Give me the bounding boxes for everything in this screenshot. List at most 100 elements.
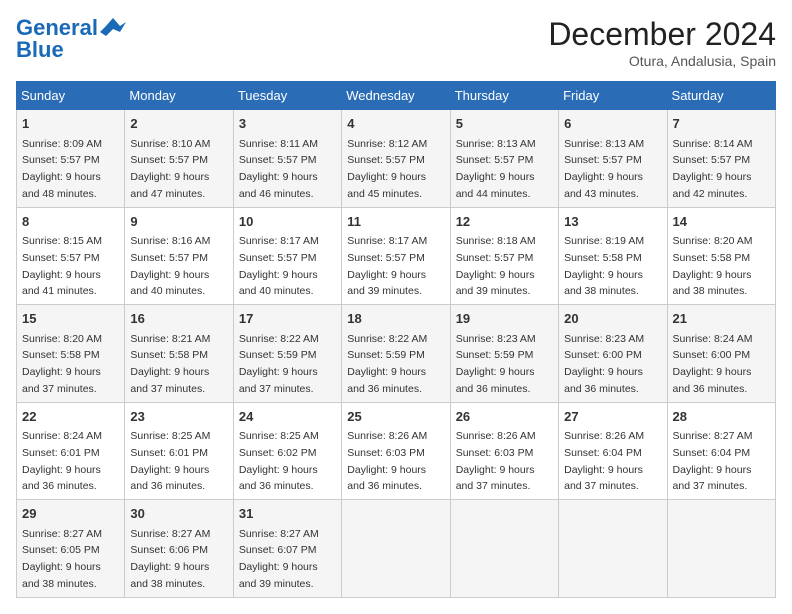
logo: General Blue: [16, 16, 126, 62]
day-number: 25: [347, 407, 444, 427]
month-title: December 2024: [548, 16, 776, 53]
day-info: Sunrise: 8:20 AMSunset: 5:58 PMDaylight:…: [22, 333, 102, 395]
calendar-cell: 11Sunrise: 8:17 AMSunset: 5:57 PMDayligh…: [342, 207, 450, 305]
calendar-cell: 18Sunrise: 8:22 AMSunset: 5:59 PMDayligh…: [342, 305, 450, 403]
calendar-header-row: SundayMondayTuesdayWednesdayThursdayFrid…: [17, 82, 776, 110]
day-number: 1: [22, 114, 119, 134]
calendar-cell: 19Sunrise: 8:23 AMSunset: 5:59 PMDayligh…: [450, 305, 558, 403]
day-info: Sunrise: 8:27 AMSunset: 6:07 PMDaylight:…: [239, 528, 319, 590]
calendar-cell: 20Sunrise: 8:23 AMSunset: 6:00 PMDayligh…: [559, 305, 667, 403]
day-number: 24: [239, 407, 336, 427]
calendar-cell: 24 Sunrise: 8:25 AMSunset: 6:02 PMDayligh…: [233, 402, 341, 500]
page-header: General Blue December 2024 Otura, Andalu…: [16, 16, 776, 69]
calendar-cell: 17 Sunrise: 8:22 AMSunset: 5:59 PMDayligh…: [233, 305, 341, 403]
calendar-cell: 4Sunrise: 8:12 AMSunset: 5:57 PMDaylight…: [342, 110, 450, 208]
day-info: Sunrise: 8:21 AMSunset: 5:58 PMDaylight:…: [130, 333, 210, 395]
day-info: Sunrise: 8:25 AMSunset: 6:02 PMDaylight:…: [239, 430, 319, 492]
header-day-thursday: Thursday: [450, 82, 558, 110]
calendar-cell: 8Sunrise: 8:15 AMSunset: 5:57 PMDaylight…: [17, 207, 125, 305]
calendar-cell: 21 Sunrise: 8:24 AMSunset: 6:00 PMDayligh…: [667, 305, 775, 403]
day-info: Sunrise: 8:27 AMSunset: 6:06 PMDaylight:…: [130, 528, 210, 590]
day-info: Sunrise: 8:26 AMSunset: 6:04 PMDaylight:…: [564, 430, 644, 492]
day-info: Sunrise: 8:15 AMSunset: 5:57 PMDaylight:…: [22, 235, 102, 297]
day-number: 15: [22, 309, 119, 329]
day-number: 30: [130, 504, 227, 524]
day-number: 17: [239, 309, 336, 329]
day-info: Sunrise: 8:09 AMSunset: 5:57 PMDaylight:…: [22, 138, 102, 200]
header-day-monday: Monday: [125, 82, 233, 110]
day-info: Sunrise: 8:18 AMSunset: 5:57 PMDaylight:…: [456, 235, 536, 297]
day-info: Sunrise: 8:22 AMSunset: 5:59 PMDaylight:…: [347, 333, 427, 395]
calendar-table: SundayMondayTuesdayWednesdayThursdayFrid…: [16, 81, 776, 598]
day-info: Sunrise: 8:27 AMSunset: 6:04 PMDaylight:…: [673, 430, 753, 492]
calendar-cell: 26 Sunrise: 8:26 AMSunset: 6:03 PMDayligh…: [450, 402, 558, 500]
header-day-friday: Friday: [559, 82, 667, 110]
day-info: Sunrise: 8:20 AMSunset: 5:58 PMDaylight:…: [673, 235, 753, 297]
header-day-tuesday: Tuesday: [233, 82, 341, 110]
calendar-week-row: 15 Sunrise: 8:20 AMSunset: 5:58 PMDayligh…: [17, 305, 776, 403]
day-info: Sunrise: 8:13 AMSunset: 5:57 PMDaylight:…: [456, 138, 536, 200]
day-number: 2: [130, 114, 227, 134]
calendar-cell: 28Sunrise: 8:27 AMSunset: 6:04 PMDayligh…: [667, 402, 775, 500]
calendar-cell: 25 Sunrise: 8:26 AMSunset: 6:03 PMDayligh…: [342, 402, 450, 500]
location-text: Otura, Andalusia, Spain: [548, 53, 776, 69]
day-info: Sunrise: 8:23 AMSunset: 6:00 PMDaylight:…: [564, 333, 644, 395]
day-info: Sunrise: 8:19 AMSunset: 5:58 PMDaylight:…: [564, 235, 644, 297]
day-number: 26: [456, 407, 553, 427]
day-number: 22: [22, 407, 119, 427]
day-info: Sunrise: 8:10 AMSunset: 5:57 PMDaylight:…: [130, 138, 210, 200]
day-info: Sunrise: 8:17 AMSunset: 5:57 PMDaylight:…: [347, 235, 427, 297]
day-info: Sunrise: 8:26 AMSunset: 6:03 PMDaylight:…: [347, 430, 427, 492]
header-day-saturday: Saturday: [667, 82, 775, 110]
day-number: 12: [456, 212, 553, 232]
day-number: 21: [673, 309, 770, 329]
calendar-cell: [342, 500, 450, 598]
day-info: Sunrise: 8:23 AMSunset: 5:59 PMDaylight:…: [456, 333, 536, 395]
day-number: 7: [673, 114, 770, 134]
title-block: December 2024 Otura, Andalusia, Spain: [548, 16, 776, 69]
calendar-cell: 23 Sunrise: 8:25 AMSunset: 6:01 PMDayligh…: [125, 402, 233, 500]
calendar-cell: 1 Sunrise: 8:09 AMSunset: 5:57 PMDaylight…: [17, 110, 125, 208]
calendar-cell: [667, 500, 775, 598]
calendar-cell: 15 Sunrise: 8:20 AMSunset: 5:58 PMDayligh…: [17, 305, 125, 403]
calendar-cell: 12 Sunrise: 8:18 AMSunset: 5:57 PMDayligh…: [450, 207, 558, 305]
calendar-cell: [559, 500, 667, 598]
day-number: 16: [130, 309, 227, 329]
calendar-cell: 9Sunrise: 8:16 AMSunset: 5:57 PMDaylight…: [125, 207, 233, 305]
calendar-cell: 22Sunrise: 8:24 AMSunset: 6:01 PMDayligh…: [17, 402, 125, 500]
calendar-cell: 29Sunrise: 8:27 AMSunset: 6:05 PMDayligh…: [17, 500, 125, 598]
calendar-cell: 16 Sunrise: 8:21 AMSunset: 5:58 PMDayligh…: [125, 305, 233, 403]
logo-bird-icon: [100, 16, 126, 42]
day-number: 9: [130, 212, 227, 232]
calendar-cell: 5 Sunrise: 8:13 AMSunset: 5:57 PMDaylight…: [450, 110, 558, 208]
calendar-cell: 14 Sunrise: 8:20 AMSunset: 5:58 PMDayligh…: [667, 207, 775, 305]
calendar-week-row: 22Sunrise: 8:24 AMSunset: 6:01 PMDayligh…: [17, 402, 776, 500]
calendar-cell: 2 Sunrise: 8:10 AMSunset: 5:57 PMDaylight…: [125, 110, 233, 208]
day-info: Sunrise: 8:27 AMSunset: 6:05 PMDaylight:…: [22, 528, 102, 590]
calendar-week-row: 1 Sunrise: 8:09 AMSunset: 5:57 PMDaylight…: [17, 110, 776, 208]
day-number: 27: [564, 407, 661, 427]
day-info: Sunrise: 8:26 AMSunset: 6:03 PMDaylight:…: [456, 430, 536, 492]
header-day-sunday: Sunday: [17, 82, 125, 110]
calendar-cell: 27 Sunrise: 8:26 AMSunset: 6:04 PMDayligh…: [559, 402, 667, 500]
day-number: 6: [564, 114, 661, 134]
day-info: Sunrise: 8:24 AMSunset: 6:00 PMDaylight:…: [673, 333, 753, 395]
calendar-cell: 7 Sunrise: 8:14 AMSunset: 5:57 PMDaylight…: [667, 110, 775, 208]
calendar-cell: 6 Sunrise: 8:13 AMSunset: 5:57 PMDaylight…: [559, 110, 667, 208]
day-number: 13: [564, 212, 661, 232]
day-info: Sunrise: 8:22 AMSunset: 5:59 PMDaylight:…: [239, 333, 319, 395]
day-info: Sunrise: 8:14 AMSunset: 5:57 PMDaylight:…: [673, 138, 753, 200]
day-number: 23: [130, 407, 227, 427]
day-info: Sunrise: 8:11 AMSunset: 5:57 PMDaylight:…: [239, 138, 318, 200]
day-number: 31: [239, 504, 336, 524]
day-info: Sunrise: 8:13 AMSunset: 5:57 PMDaylight:…: [564, 138, 644, 200]
calendar-cell: 13 Sunrise: 8:19 AMSunset: 5:58 PMDayligh…: [559, 207, 667, 305]
day-info: Sunrise: 8:25 AMSunset: 6:01 PMDaylight:…: [130, 430, 210, 492]
calendar-cell: [450, 500, 558, 598]
header-day-wednesday: Wednesday: [342, 82, 450, 110]
day-info: Sunrise: 8:12 AMSunset: 5:57 PMDaylight:…: [347, 138, 427, 200]
calendar-week-row: 8Sunrise: 8:15 AMSunset: 5:57 PMDaylight…: [17, 207, 776, 305]
day-number: 14: [673, 212, 770, 232]
day-number: 10: [239, 212, 336, 232]
day-number: 5: [456, 114, 553, 134]
